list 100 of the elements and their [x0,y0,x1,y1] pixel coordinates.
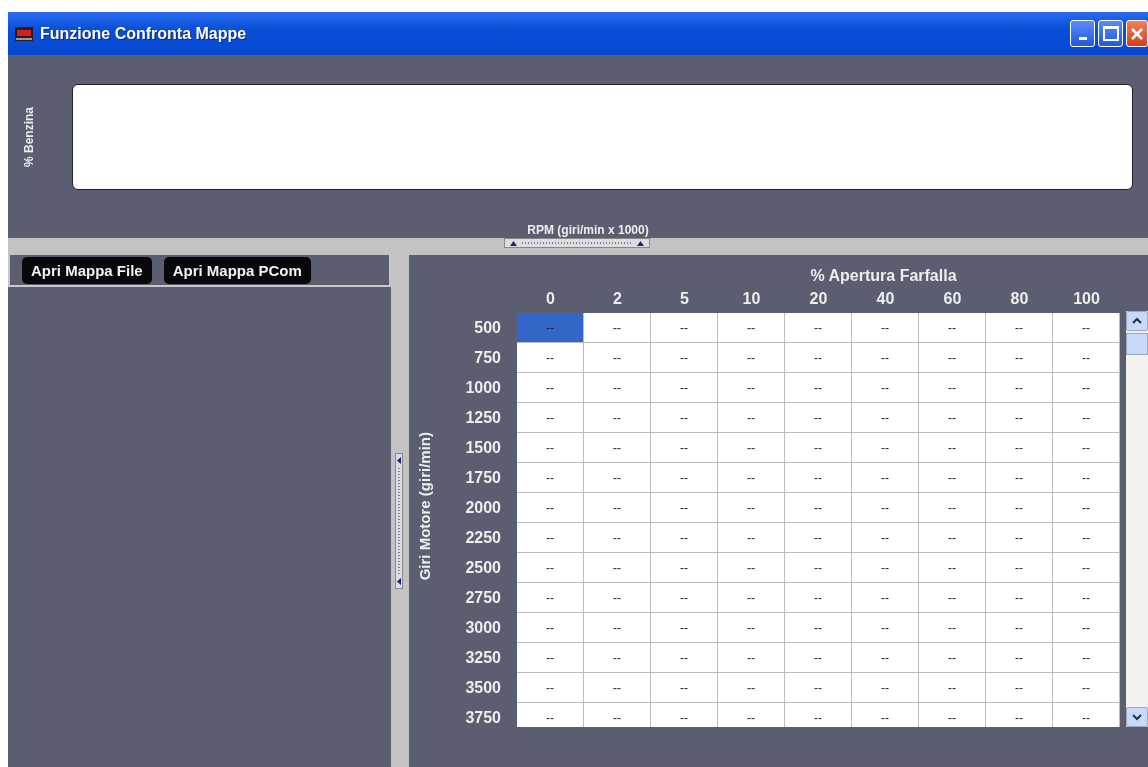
table-cell[interactable]: -- [919,643,986,673]
table-cell[interactable]: -- [785,673,852,703]
minimize-button[interactable] [1070,20,1095,47]
table-cell[interactable]: -- [517,643,584,673]
table-cell[interactable]: -- [584,313,651,343]
table-cell[interactable]: -- [852,403,919,433]
table-cell[interactable]: -- [986,523,1053,553]
table-cell[interactable]: -- [517,343,584,373]
table-cell[interactable]: -- [584,373,651,403]
table-cell[interactable]: -- [785,403,852,433]
table-cell[interactable]: -- [852,613,919,643]
table-cell[interactable]: -- [584,463,651,493]
table-cell[interactable]: -- [651,673,718,703]
table-cell[interactable]: -- [651,373,718,403]
table-cell[interactable]: -- [651,463,718,493]
table-cell[interactable]: -- [517,523,584,553]
table-cell[interactable]: -- [584,583,651,613]
table-cell[interactable]: -- [785,703,852,727]
table-cell[interactable]: -- [785,373,852,403]
table-cell[interactable]: -- [651,583,718,613]
table-cell[interactable]: -- [1053,433,1120,463]
table-cell[interactable]: -- [718,313,785,343]
table-cell[interactable]: -- [584,613,651,643]
table-cell[interactable]: -- [1053,643,1120,673]
table-cell[interactable]: -- [1053,313,1120,343]
table-cell[interactable]: -- [852,433,919,463]
table-cell[interactable]: -- [517,433,584,463]
table-cell[interactable]: -- [517,703,584,727]
table-cell[interactable]: -- [1053,553,1120,583]
table-cell[interactable]: -- [1053,583,1120,613]
table-cell[interactable]: -- [584,553,651,583]
table-cell[interactable]: -- [852,463,919,493]
table-cell[interactable]: -- [919,313,986,343]
table-cell[interactable]: -- [785,313,852,343]
table-cell[interactable]: -- [718,373,785,403]
table-cell[interactable]: -- [785,463,852,493]
table-cell[interactable]: -- [852,673,919,703]
table-cell[interactable]: -- [852,583,919,613]
table-cell[interactable]: -- [651,703,718,727]
table-cell[interactable]: -- [584,643,651,673]
table-cell[interactable]: -- [718,703,785,727]
table-cell[interactable]: -- [718,643,785,673]
scrollbar-thumb[interactable] [1126,333,1148,355]
table-cell[interactable]: -- [651,313,718,343]
scrollbar[interactable] [1126,311,1148,727]
table-cell[interactable]: -- [919,583,986,613]
table-cell[interactable]: -- [986,433,1053,463]
table-cell[interactable]: -- [517,583,584,613]
scroll-down-button[interactable] [1126,707,1148,727]
table-cell[interactable]: -- [986,553,1053,583]
table-cell[interactable]: -- [785,553,852,583]
table-cell[interactable]: -- [919,553,986,583]
table-cell[interactable]: -- [986,343,1053,373]
table-cell[interactable]: -- [517,673,584,703]
splitter-handle[interactable] [504,238,650,248]
maximize-button[interactable] [1098,20,1123,47]
table-cell[interactable]: -- [651,343,718,373]
table-cell[interactable]: -- [919,463,986,493]
table-cell[interactable]: -- [651,613,718,643]
table-cell[interactable]: -- [517,553,584,583]
table-cell[interactable]: -- [1053,343,1120,373]
table-cell[interactable]: -- [1053,373,1120,403]
table-cell[interactable]: -- [852,703,919,727]
table-cell[interactable]: -- [852,493,919,523]
table-cell[interactable]: -- [785,613,852,643]
table-cell[interactable]: -- [986,643,1053,673]
table-cell[interactable]: -- [584,343,651,373]
table-cell[interactable]: -- [1053,493,1120,523]
table-cell[interactable]: -- [986,493,1053,523]
table-cell[interactable]: -- [852,553,919,583]
table-cell[interactable]: -- [584,403,651,433]
table-cell[interactable]: -- [986,403,1053,433]
open-map-button[interactable]: Apri Mappa PCom [163,256,311,284]
table-cell[interactable]: -- [517,403,584,433]
table-cell[interactable]: -- [517,613,584,643]
table-cell[interactable]: -- [584,673,651,703]
table-cell[interactable]: -- [785,493,852,523]
table-cell[interactable]: -- [1053,613,1120,643]
table-cell[interactable]: -- [718,553,785,583]
table-cell[interactable]: -- [919,703,986,727]
table-cell[interactable]: -- [986,583,1053,613]
table-cell[interactable]: -- [986,373,1053,403]
table-cell[interactable]: -- [584,523,651,553]
table-cell[interactable]: -- [651,643,718,673]
table-cell[interactable]: -- [1053,673,1120,703]
table-cell[interactable]: -- [517,463,584,493]
table-cell[interactable]: -- [852,343,919,373]
table-cell[interactable]: -- [651,553,718,583]
open-map-button[interactable]: Apri Mappa File [22,256,152,284]
table-cell[interactable]: -- [986,313,1053,343]
table-cell[interactable]: -- [1053,403,1120,433]
table-cell[interactable]: -- [584,493,651,523]
table-cell[interactable]: -- [651,493,718,523]
table-cell[interactable]: -- [919,403,986,433]
table-cell[interactable]: -- [919,523,986,553]
table-cell[interactable]: -- [785,583,852,613]
table-cell[interactable]: -- [986,613,1053,643]
table-cell[interactable]: -- [718,673,785,703]
splitter-handle[interactable] [395,453,404,589]
table-cell[interactable]: -- [517,493,584,523]
